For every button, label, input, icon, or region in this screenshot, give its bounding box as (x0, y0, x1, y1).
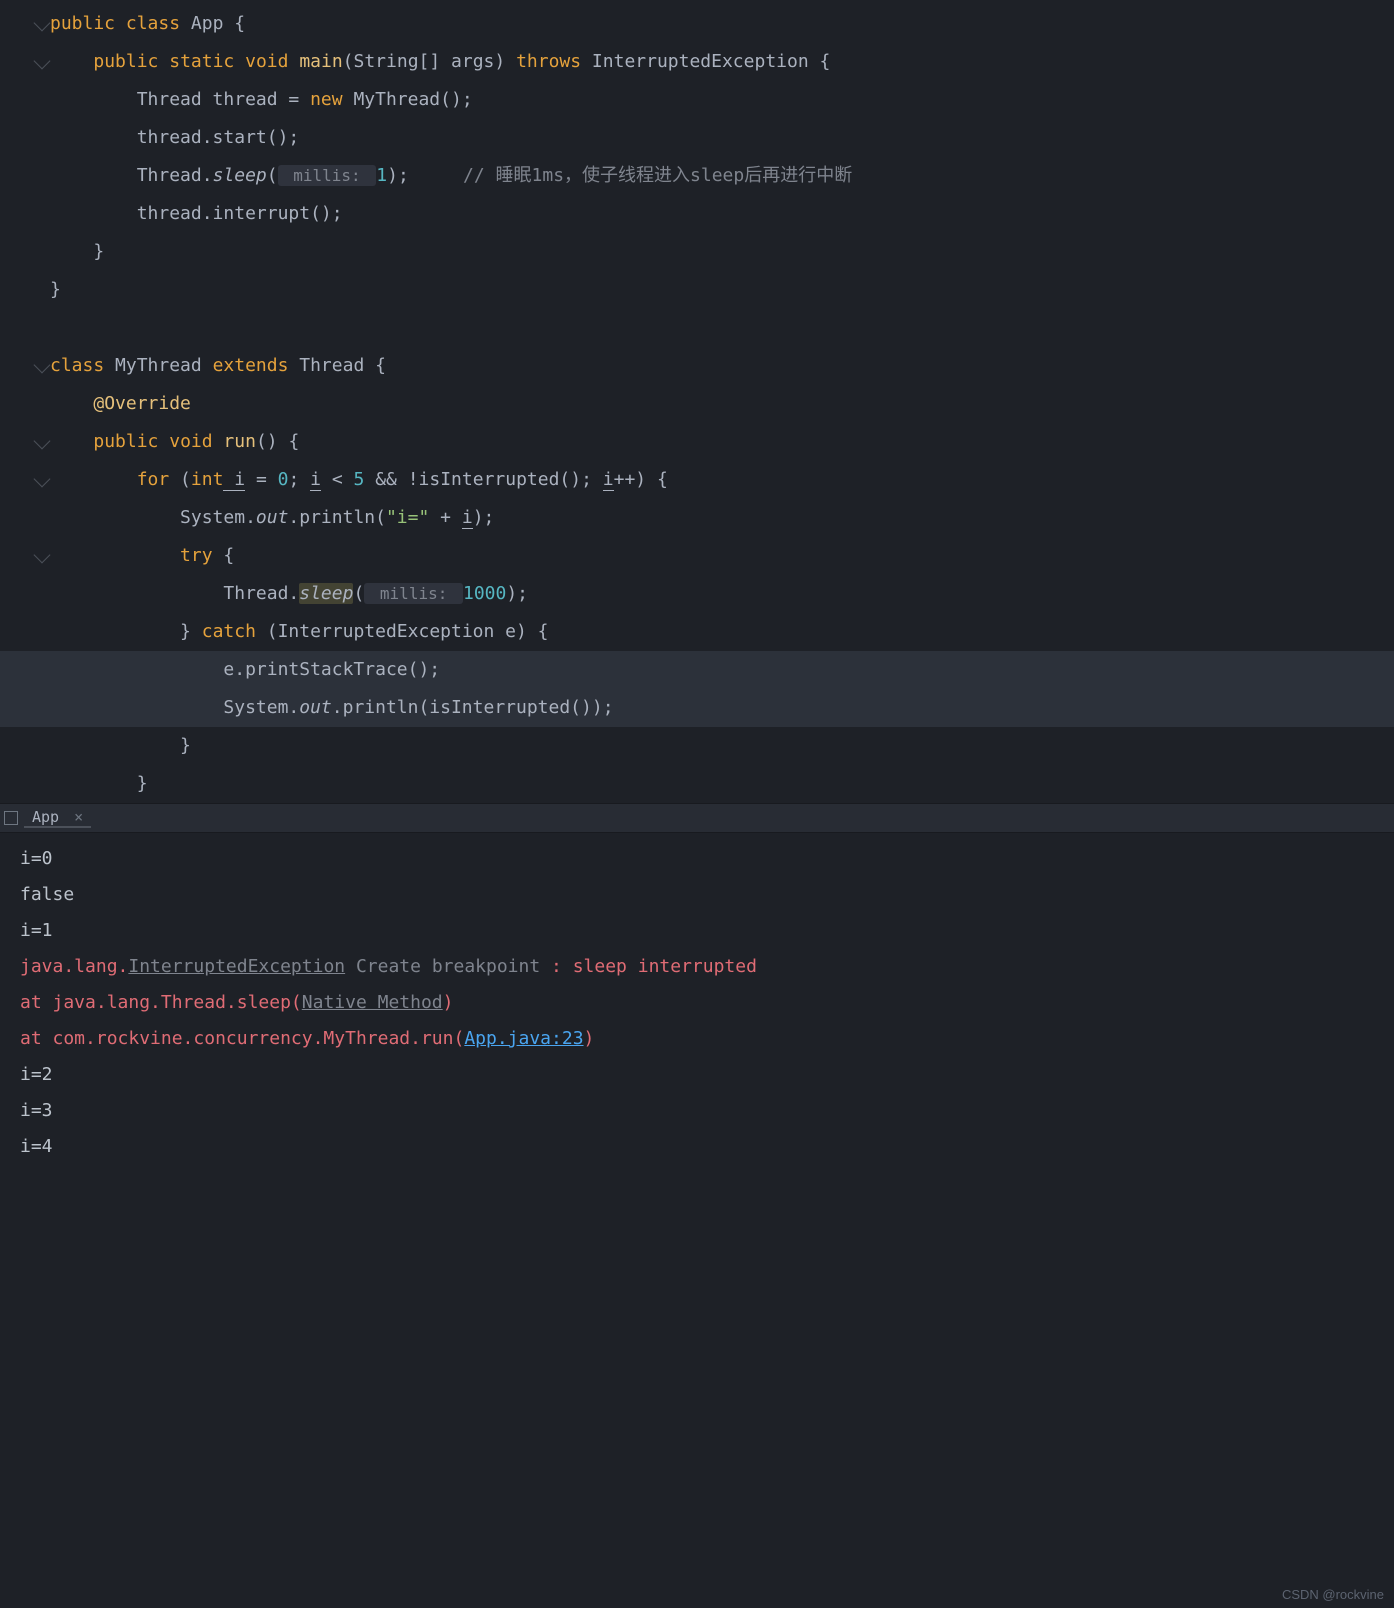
console-error-line: at com.rockvine.concurrency.MyThread.run… (20, 1021, 1374, 1057)
code-line: } (50, 765, 1394, 803)
console-line: i=0 (20, 841, 1374, 877)
fold-icon[interactable] (34, 433, 51, 450)
code-line: class MyThread extends Thread { (50, 347, 1394, 385)
param-hint: millis: (278, 165, 377, 186)
console-line: i=4 (20, 1129, 1374, 1165)
console-line: false (20, 877, 1374, 913)
code-line: thread.start(); (50, 119, 1394, 157)
run-tabbar: App × (0, 803, 1394, 833)
fold-icon[interactable] (34, 53, 51, 70)
console-output[interactable]: i=0 false i=1 java.lang.InterruptedExcep… (0, 833, 1394, 1173)
run-tab[interactable]: App × (24, 808, 91, 828)
console-error-line: java.lang.InterruptedException Create br… (20, 949, 1374, 985)
fold-icon[interactable] (34, 471, 51, 488)
console-line: i=2 (20, 1057, 1374, 1093)
run-config-icon (4, 811, 18, 825)
code-line: @Override (50, 385, 1394, 423)
code-line: Thread.sleep( millis: 1); // 睡眠1ms，使子线程进… (50, 157, 1394, 195)
code-line: } (50, 233, 1394, 271)
code-line: public class App { (50, 5, 1394, 43)
code-line: public void run() { (50, 423, 1394, 461)
tab-label: App (32, 808, 59, 826)
code-line: } (50, 727, 1394, 765)
fold-icon[interactable] (34, 547, 51, 564)
code-line: Thread thread = new MyThread(); (50, 81, 1394, 119)
fold-icon[interactable] (34, 15, 51, 32)
code-line: System.out.println("i=" + i); (50, 499, 1394, 537)
exception-link[interactable]: InterruptedException (128, 956, 345, 977)
code-line: try { (50, 537, 1394, 575)
console-line: i=3 (20, 1093, 1374, 1129)
create-breakpoint-link[interactable]: Create breakpoint (345, 956, 551, 977)
code-line: thread.interrupt(); (50, 195, 1394, 233)
code-line: } catch (InterruptedException e) { (50, 613, 1394, 651)
gutter (0, 5, 48, 808)
code-line (50, 309, 1394, 347)
console-line: i=1 (20, 913, 1374, 949)
watermark: CSDN @rockvine (1282, 1587, 1384, 1602)
code-editor[interactable]: public class App { public static void ma… (0, 0, 1394, 803)
source-link[interactable]: App.java:23 (464, 1028, 583, 1049)
code-line: Thread.sleep( millis: 1000); (50, 575, 1394, 613)
console-error-line: at java.lang.Thread.sleep(Native Method) (20, 985, 1374, 1021)
code-line: for (int i = 0; i < 5 && !isInterrupted(… (50, 461, 1394, 499)
code-line: System.out.println(isInterrupted()); (0, 689, 1394, 727)
fold-icon[interactable] (34, 357, 51, 374)
close-icon[interactable]: × (74, 808, 83, 826)
param-hint: millis: (364, 583, 463, 604)
code-line: public static void main(String[] args) t… (50, 43, 1394, 81)
code-line: } (50, 271, 1394, 309)
code-line: e.printStackTrace(); (0, 651, 1394, 689)
